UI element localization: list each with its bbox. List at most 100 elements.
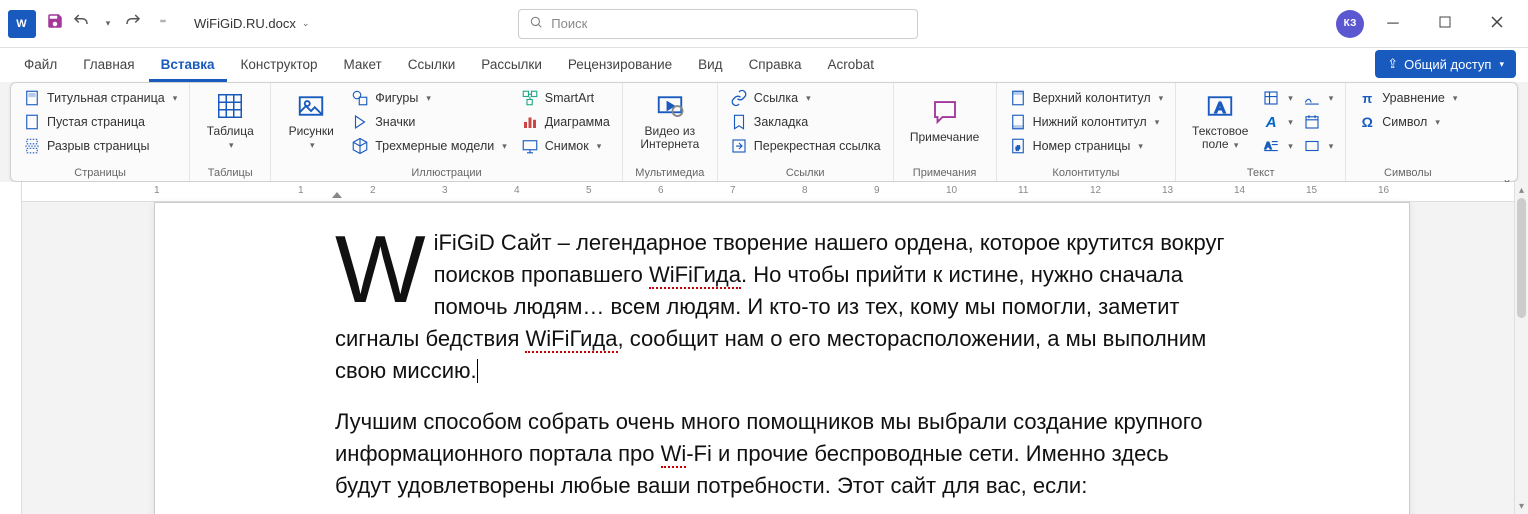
spell-error[interactable]: WiFiГида xyxy=(525,326,617,353)
undo-button[interactable] xyxy=(68,11,94,37)
tab-mailings[interactable]: Рассылки xyxy=(469,51,554,82)
group-pages: Титульная страница▾ Пустая страница Разр… xyxy=(11,83,190,181)
scrollbar-thumb[interactable] xyxy=(1517,198,1526,318)
undo-dropdown[interactable]: ▾ xyxy=(94,11,120,37)
close-button[interactable] xyxy=(1474,4,1520,44)
ruler-tick: 3 xyxy=(442,185,448,196)
tab-layout[interactable]: Макет xyxy=(332,51,394,82)
vertical-ruler[interactable] xyxy=(0,182,22,514)
ruler-tick: 13 xyxy=(1162,185,1173,196)
comment-button[interactable]: Примечание xyxy=(902,87,988,155)
tab-review[interactable]: Рецензирование xyxy=(556,51,684,82)
group-comments: Примечание Примечания xyxy=(894,83,997,181)
document-body[interactable]: WiFiGiD Сайт – легендарное творение наше… xyxy=(335,227,1229,514)
dropcap-button[interactable]: A▾ xyxy=(1258,135,1297,157)
save-button[interactable] xyxy=(42,11,68,37)
chart-icon xyxy=(521,113,539,131)
paragraph-1[interactable]: WiFiGiD Сайт – легендарное творение наше… xyxy=(335,227,1229,386)
textbox-button[interactable]: AТекстовое поле ▾ xyxy=(1184,87,1256,155)
tab-insert[interactable]: Вставка xyxy=(149,51,227,82)
drop-cap: W xyxy=(335,227,434,304)
tab-view[interactable]: Вид xyxy=(686,51,734,82)
group-illustrations: Рисунки▾ Фигуры▾ Значки Трехмерные модел… xyxy=(271,83,623,181)
shapes-button[interactable]: Фигуры▾ xyxy=(347,87,511,109)
minimize-button[interactable]: ─ xyxy=(1370,4,1416,44)
ruler-tick: 7 xyxy=(730,185,736,196)
tab-references[interactable]: Ссылки xyxy=(396,51,468,82)
svg-text:A: A xyxy=(1215,99,1225,116)
online-video-button[interactable]: Видео из Интернета xyxy=(631,87,709,155)
search-placeholder: Поиск xyxy=(551,16,587,31)
user-avatar[interactable]: КЗ xyxy=(1336,10,1364,38)
scroll-down-button[interactable]: ▾ xyxy=(1515,498,1528,514)
bookmark-icon xyxy=(730,113,748,131)
ruler-tick: 11 xyxy=(1018,185,1028,196)
minimize-icon: ─ xyxy=(1387,15,1398,33)
horizontal-ruler[interactable]: 112345678910111213141516 xyxy=(22,182,1528,202)
page[interactable]: WiFiGiD Сайт – легендарное творение наше… xyxy=(154,202,1410,514)
tab-file[interactable]: Файл xyxy=(12,51,69,82)
object-icon xyxy=(1303,137,1321,155)
bookmark-button[interactable]: Закладка xyxy=(726,111,885,133)
group-symbols: πУравнение▾ ΩСимвол▾ Символы xyxy=(1346,83,1469,181)
ruler-tick: 16 xyxy=(1378,185,1389,196)
close-icon xyxy=(1491,15,1503,33)
search-input[interactable]: Поиск xyxy=(518,9,918,39)
tab-help[interactable]: Справка xyxy=(737,51,814,82)
blank-page-button[interactable]: Пустая страница xyxy=(19,111,181,133)
group-media-label: Мультимедиа xyxy=(631,165,709,179)
ruler-tick: 10 xyxy=(946,185,957,196)
group-tables-label: Таблицы xyxy=(198,165,262,179)
document-title[interactable]: WiFiGiD.RU.docx⌄ xyxy=(194,16,309,31)
wordart-button[interactable]: A▾ xyxy=(1258,111,1297,133)
symbol-icon: Ω xyxy=(1358,113,1376,131)
crossref-button[interactable]: Перекрестная ссылка xyxy=(726,135,885,157)
tab-design[interactable]: Конструктор xyxy=(229,51,330,82)
pagenum-button[interactable]: #Номер страницы▾ xyxy=(1005,135,1168,157)
spell-error[interactable]: WiFiГида xyxy=(649,262,741,289)
symbol-button[interactable]: ΩСимвол▾ xyxy=(1354,111,1461,133)
quickparts-button[interactable]: ▾ xyxy=(1258,87,1297,109)
qat-customize[interactable]: ⁼ xyxy=(150,11,176,37)
redo-button[interactable] xyxy=(120,11,146,37)
equation-button[interactable]: πУравнение▾ xyxy=(1354,87,1461,109)
search-icon xyxy=(529,15,543,32)
page-break-button[interactable]: Разрыв страницы xyxy=(19,135,181,157)
3d-models-button[interactable]: Трехмерные модели▾ xyxy=(347,135,511,157)
datetime-button[interactable] xyxy=(1299,111,1338,133)
object-button[interactable]: ▾ xyxy=(1299,135,1338,157)
icons-button[interactable]: Значки xyxy=(347,111,511,133)
cover-page-button[interactable]: Титульная страница▾ xyxy=(19,87,181,109)
screenshot-button[interactable]: Снимок▾ xyxy=(517,135,614,157)
save-icon xyxy=(46,12,64,35)
pictures-icon xyxy=(296,91,326,121)
signature-button[interactable]: ▾ xyxy=(1299,87,1338,109)
spell-error[interactable]: Wi xyxy=(661,441,687,468)
maximize-button[interactable] xyxy=(1422,4,1468,44)
ruler-tick: 1 xyxy=(298,185,304,196)
link-button[interactable]: Ссылка▾ xyxy=(726,87,885,109)
chart-button[interactable]: Диаграмма xyxy=(517,111,614,133)
datetime-icon xyxy=(1303,113,1321,131)
header-button[interactable]: Верхний колонтитул▾ xyxy=(1005,87,1168,109)
signature-icon xyxy=(1303,89,1321,107)
tab-home[interactable]: Главная xyxy=(71,51,146,82)
wordart-icon: A xyxy=(1262,113,1280,131)
page-break-icon xyxy=(23,137,41,155)
pictures-button[interactable]: Рисунки▾ xyxy=(279,87,343,155)
dropcap-icon: A xyxy=(1262,137,1280,155)
vertical-scrollbar[interactable]: ▴ ▾ xyxy=(1514,182,1528,514)
share-button[interactable]: ⇪Общий доступ▾ xyxy=(1375,50,1516,78)
scroll-up-button[interactable]: ▴ xyxy=(1515,182,1528,198)
paragraph-2[interactable]: Лучшим способом собрать очень много помо… xyxy=(335,406,1229,502)
pagenum-icon: # xyxy=(1009,137,1027,155)
tab-acrobat[interactable]: Acrobat xyxy=(816,51,887,82)
svg-text:#: # xyxy=(1015,144,1020,153)
smartart-button[interactable]: SmartArt xyxy=(517,87,614,109)
titlebar: W ▾ ⁼ WiFiGiD.RU.docx⌄ Поиск КЗ ─ xyxy=(0,0,1528,48)
undo-icon xyxy=(72,12,90,35)
footer-button[interactable]: Нижний колонтитул▾ xyxy=(1005,111,1168,133)
table-button[interactable]: Таблица▾ xyxy=(198,87,262,155)
ruler-tick: 2 xyxy=(370,185,376,196)
indent-marker[interactable] xyxy=(332,192,342,198)
